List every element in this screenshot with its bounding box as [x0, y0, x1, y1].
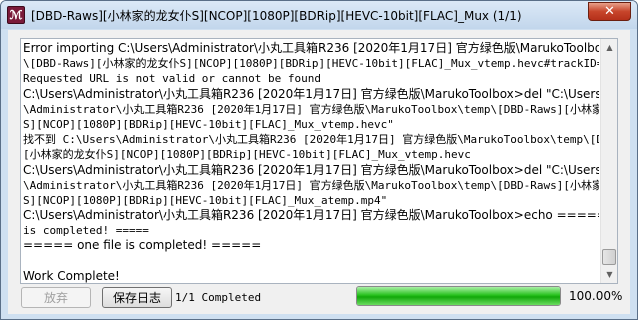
log-output[interactable]: Error importing C:\Users\Administrator\小… [20, 38, 618, 284]
log-line: S][NCOP][1080P][BDRip][HEVC-10bit][FLAC]… [23, 117, 394, 131]
app-logo-icon: ℳ [7, 6, 25, 24]
scroll-thumb[interactable] [602, 249, 616, 265]
log-line: Work Complete! [23, 268, 120, 283]
abort-button[interactable]: 放弃 [21, 287, 91, 308]
log-line: ===== one file is completed! ===== [23, 238, 262, 253]
log-line: 找不到 C:\Users\Administrator\小丸工具箱R236 [20… [23, 133, 599, 147]
app-window: ℳ [DBD-Raws][小林家的龙女仆S][NCOP][1080P][BDRi… [0, 0, 638, 320]
scroll-down-button[interactable]: ▼ [601, 266, 617, 283]
log-line: C:\Users\Administrator\小丸工具箱R236 [2020年1… [23, 86, 599, 101]
scroll-down-icon: ▼ [606, 270, 613, 279]
scroll-up-button[interactable]: ▲ [601, 39, 617, 56]
scroll-up-icon: ▲ [606, 43, 613, 52]
log-line: Error importing C:\Users\Administrator\小… [23, 41, 599, 55]
client-area: Error importing C:\Users\Administrator\小… [8, 30, 630, 314]
progress-percent: 100.00% [569, 289, 623, 303]
vertical-scrollbar[interactable]: ▲ ▼ [600, 39, 617, 283]
status-text: 1/1 Completed [175, 291, 262, 304]
log-line: C:\Users\Administrator\小丸工具箱R236 [2020年1… [23, 162, 599, 177]
log-line: C:\Users\Administrator\小丸工具箱R236 [2020年1… [23, 208, 599, 223]
log-line: \Administrator\小丸工具箱R236 [2020年1月17日] 官方… [23, 102, 599, 116]
save-log-button[interactable]: 保存日志 [102, 287, 172, 308]
progress-bar [356, 286, 561, 306]
window-title: [DBD-Raws][小林家的龙女仆S][NCOP][1080P][BDRip]… [31, 9, 522, 23]
close-button[interactable]: ✕ [588, 2, 631, 21]
log-line: is completed! ===== [23, 224, 149, 238]
bottom-bar: 放弃 保存日志 1/1 Completed 100.00% [8, 284, 630, 314]
log-line: Requested URL is not valid or cannot be … [23, 72, 322, 86]
close-icon: ✕ [604, 4, 615, 19]
log-text-area: Error importing C:\Users\Administrator\小… [23, 41, 599, 283]
log-line: \[DBD-Raws][小林家的龙女仆S][NCOP][1080P][BDRip… [23, 57, 599, 71]
log-line: S][NCOP][1080P][BDRip][HEVC-10bit][FLAC]… [23, 193, 388, 207]
log-line: \Administrator\小丸工具箱R236 [2020年1月17日] 官方… [23, 178, 599, 192]
progress-fill [357, 287, 560, 305]
log-line: [小林家的龙女仆S][NCOP][1080P][BDRip][HEVC-10bi… [23, 148, 471, 162]
title-bar[interactable]: ℳ [DBD-Raws][小林家的龙女仆S][NCOP][1080P][BDRi… [1, 1, 637, 29]
